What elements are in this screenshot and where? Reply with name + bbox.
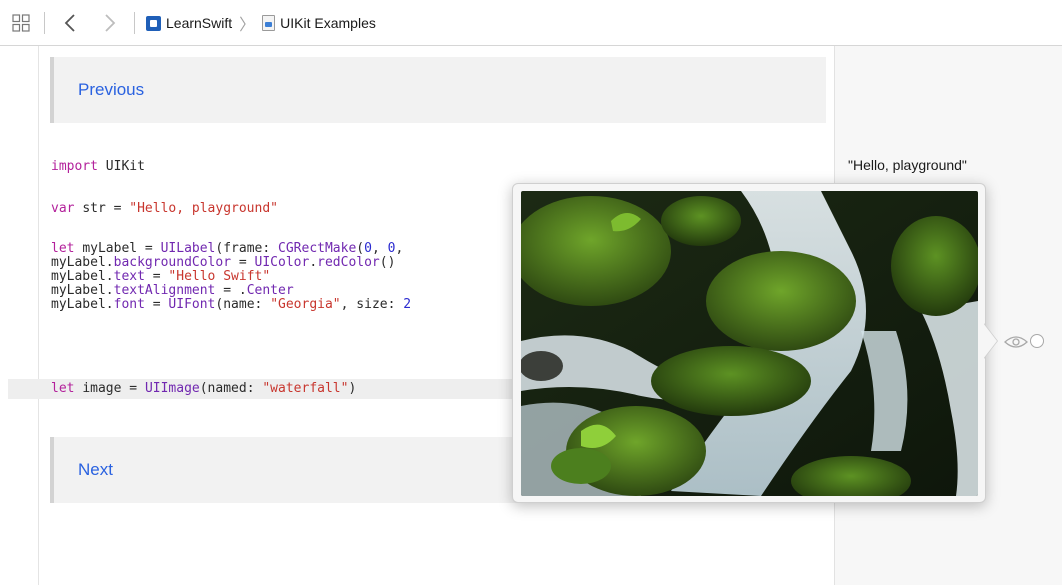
- waterfall-image: [521, 191, 978, 496]
- code-line-var-str[interactable]: var str = "Hello, playground": [51, 202, 278, 216]
- breadcrumb-file[interactable]: UIKit Examples: [280, 15, 376, 31]
- playground-file-icon: [262, 15, 276, 31]
- result-str-value[interactable]: "Hello, playground": [848, 157, 967, 173]
- code-line-image[interactable]: let image = UIImage(named: "waterfall"): [51, 382, 356, 396]
- code-line-background-color[interactable]: myLabel.backgroundColor = UIColor.redCol…: [51, 256, 395, 270]
- quick-look-popover: [512, 183, 986, 503]
- breadcrumb-separator: 〉: [239, 17, 256, 34]
- code-line-text[interactable]: myLabel.text = "Hello Swift": [51, 270, 270, 284]
- gutter-divider: [38, 46, 39, 585]
- toolbar: LearnSwift 〉 UIKit Examples: [0, 0, 1062, 46]
- code-line-mylabel-init[interactable]: let myLabel = UILabel(frame: CGRectMake(…: [51, 242, 403, 256]
- project-icon: [146, 15, 161, 31]
- chevron-left-icon[interactable]: [60, 11, 80, 35]
- breadcrumb: LearnSwift 〉 UIKit Examples: [146, 13, 376, 34]
- previous-link[interactable]: Previous: [78, 80, 144, 100]
- code-line-text-alignment[interactable]: myLabel.textAlignment = .Center: [51, 284, 294, 298]
- code-line-import[interactable]: import UIKit: [51, 160, 145, 174]
- toolbar-divider: [134, 12, 135, 34]
- circle-icon[interactable]: [1030, 334, 1044, 348]
- next-link[interactable]: Next: [78, 460, 113, 480]
- eye-icon[interactable]: [1004, 335, 1028, 349]
- previous-markup-block: Previous: [50, 57, 826, 123]
- code-line-font[interactable]: myLabel.font = UIFont(name: "Georgia", s…: [51, 298, 411, 312]
- toolbar-divider: [44, 12, 45, 34]
- popover-pointer: [983, 323, 997, 359]
- grid-icon[interactable]: [12, 14, 30, 32]
- chevron-right-icon[interactable]: [100, 11, 120, 35]
- breadcrumb-project[interactable]: LearnSwift: [166, 15, 232, 31]
